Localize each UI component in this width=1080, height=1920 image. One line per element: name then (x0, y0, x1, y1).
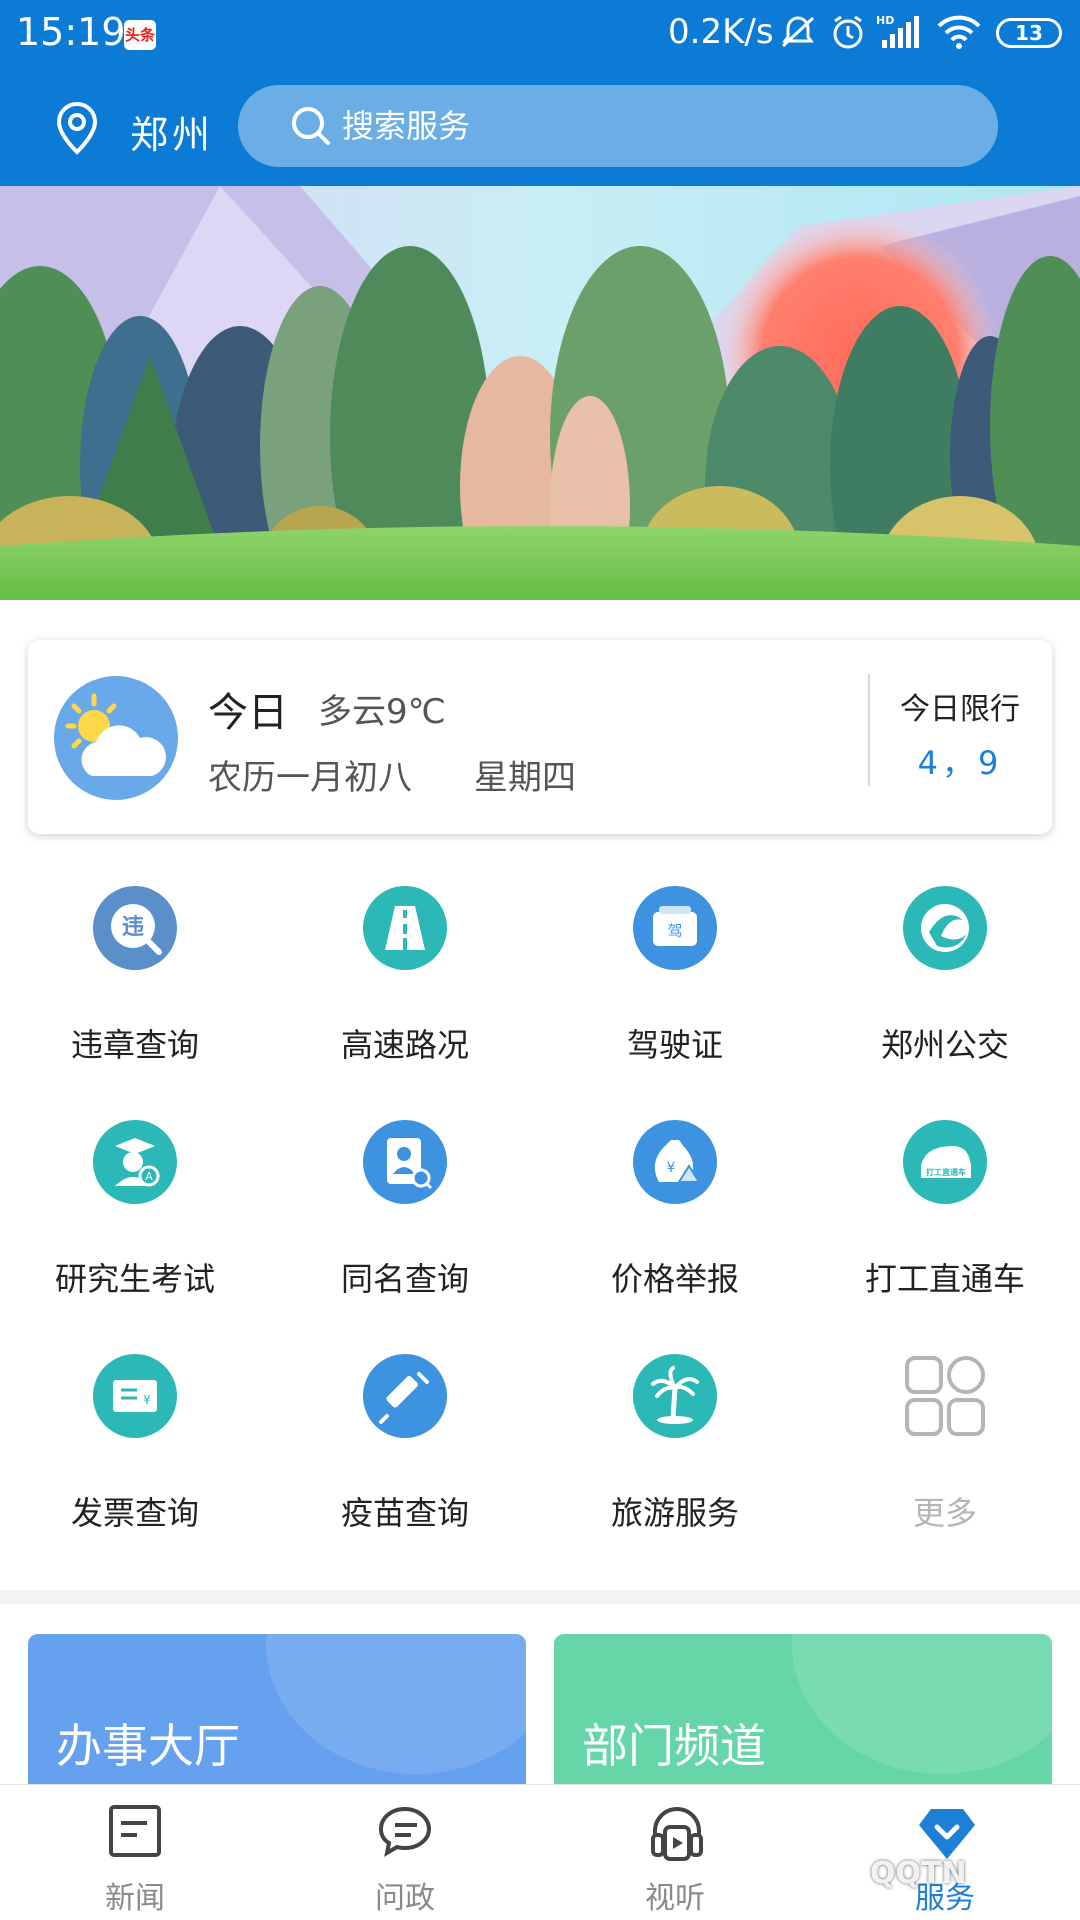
app-screen: 15:19 头条 0.2K/s HD 13 郑州 搜索服务 今日 多云9℃ 农历… (0, 0, 1080, 1920)
highway-icon (363, 886, 447, 970)
lunar-date: 农历一月初八 (208, 758, 412, 798)
weather-card[interactable]: 今日 多云9℃ 农历一月初八 星期四 今日限行 4，9 (28, 640, 1052, 834)
section-separator (0, 1590, 1080, 1604)
traffic-limit-value: 4，9 (917, 744, 1003, 782)
wifi-icon (937, 15, 981, 49)
weather-today-label: 今日 (208, 690, 288, 736)
svg-text:A: A (145, 1170, 153, 1183)
svg-text:违: 违 (122, 914, 144, 940)
partly-cloudy-icon (54, 676, 178, 800)
network-speed: 0.2K/s (668, 12, 774, 52)
service-label: 驾驶证 (626, 1026, 723, 1064)
service-label: 打工直通车 (864, 1260, 1025, 1298)
service-violation-query[interactable]: 违 违章查询 (0, 870, 270, 1090)
search-icon (292, 107, 330, 145)
tab-inquiry[interactable]: 问政 (270, 1785, 540, 1920)
tab-media[interactable]: 视听 (540, 1785, 810, 1920)
weather-condition: 多云9℃ (318, 692, 446, 732)
tab-label: 新闻 (105, 1881, 165, 1916)
service-label: 研究生考试 (54, 1260, 215, 1298)
svg-text:HD: HD (876, 14, 894, 27)
card-title: 部门频道 (582, 1719, 766, 1773)
search-bar[interactable] (238, 85, 998, 167)
service-label: 更多 (912, 1494, 977, 1532)
service-worker-train[interactable]: 打工直通车 打工直通车 (810, 1104, 1080, 1324)
service-tab-icon (919, 1809, 975, 1859)
service-label: 违章查询 (70, 1026, 199, 1064)
service-graduate-exam[interactable]: A 研究生考试 (0, 1104, 270, 1324)
status-bar: 15:19 头条 0.2K/s HD 13 (0, 0, 1080, 70)
tab-news[interactable]: 新闻 (0, 1785, 270, 1920)
hd-signal-icon: HD (876, 14, 919, 48)
location-icon[interactable] (52, 100, 102, 156)
service-label: 旅游服务 (610, 1494, 739, 1532)
service-highway[interactable]: 高速路况 (270, 870, 540, 1090)
svg-text:驾: 驾 (667, 922, 682, 940)
service-label: 发票查询 (70, 1494, 199, 1532)
service-zhengzhou-bus[interactable]: 郑州公交 (810, 870, 1080, 1090)
svg-text:¥: ¥ (667, 1160, 676, 1176)
bus-icon (903, 886, 987, 970)
card-decoration (792, 1634, 1052, 1774)
service-price-report[interactable]: ¥ 价格举报 (540, 1104, 810, 1324)
media-tab-icon (651, 1807, 703, 1861)
service-hall-card[interactable]: 办事大厅 (28, 1634, 526, 1784)
service-more[interactable]: 更多 (810, 1338, 1080, 1558)
more-grid-icon (903, 1354, 987, 1438)
traffic-limit-label: 今日限行 (900, 692, 1020, 727)
service-label: 高速路况 (340, 1026, 469, 1064)
service-same-name-query[interactable]: 同名查询 (270, 1104, 540, 1324)
department-channel-card[interactable]: 部门频道 (554, 1634, 1052, 1784)
news-tab-icon (109, 1805, 161, 1857)
watermark: QQTN (870, 1856, 967, 1891)
tab-label: 问政 (375, 1881, 435, 1916)
weekday: 星期四 (474, 758, 576, 798)
vaccine-icon (363, 1354, 447, 1438)
service-label: 郑州公交 (880, 1026, 1009, 1064)
chat-tab-icon (378, 1806, 432, 1858)
mute-icon (781, 16, 815, 48)
train-icon: 打工直通车 (903, 1120, 987, 1204)
header-bar: 15:19 头条 0.2K/s HD 13 郑州 搜索服务 (0, 0, 1080, 186)
price-report-icon: ¥ (633, 1120, 717, 1204)
service-label: 价格举报 (610, 1260, 739, 1298)
service-label: 同名查询 (340, 1260, 469, 1298)
city-selector[interactable]: 郑州 (130, 104, 214, 159)
weather-divider (868, 674, 870, 786)
battery-icon: 13 (996, 18, 1062, 48)
card-title: 办事大厅 (56, 1719, 240, 1773)
invoice-icon: ¥ (93, 1354, 177, 1438)
license-icon: 驾 (633, 886, 717, 970)
service-driver-license[interactable]: 驾 驾驶证 (540, 870, 810, 1090)
status-time: 15:19 (16, 10, 126, 54)
graduate-icon: A (93, 1120, 177, 1204)
svg-text:¥: ¥ (143, 1393, 151, 1407)
news-icon: 头条 (124, 20, 156, 50)
service-vaccine-query[interactable]: 疫苗查询 (270, 1338, 540, 1558)
card-decoration (266, 1634, 526, 1774)
search-input[interactable] (342, 99, 942, 153)
banner-illustration[interactable] (0, 186, 1080, 600)
tab-label: 视听 (645, 1881, 705, 1916)
service-label: 疫苗查询 (340, 1494, 469, 1532)
alarm-icon (833, 15, 863, 49)
service-travel[interactable]: 旅游服务 (540, 1338, 810, 1558)
violation-icon: 违 (93, 886, 177, 970)
svg-text:打工直通车: 打工直通车 (926, 1167, 966, 1177)
name-search-icon (363, 1120, 447, 1204)
service-invoice-query[interactable]: ¥ 发票查询 (0, 1338, 270, 1558)
travel-icon (633, 1354, 717, 1438)
